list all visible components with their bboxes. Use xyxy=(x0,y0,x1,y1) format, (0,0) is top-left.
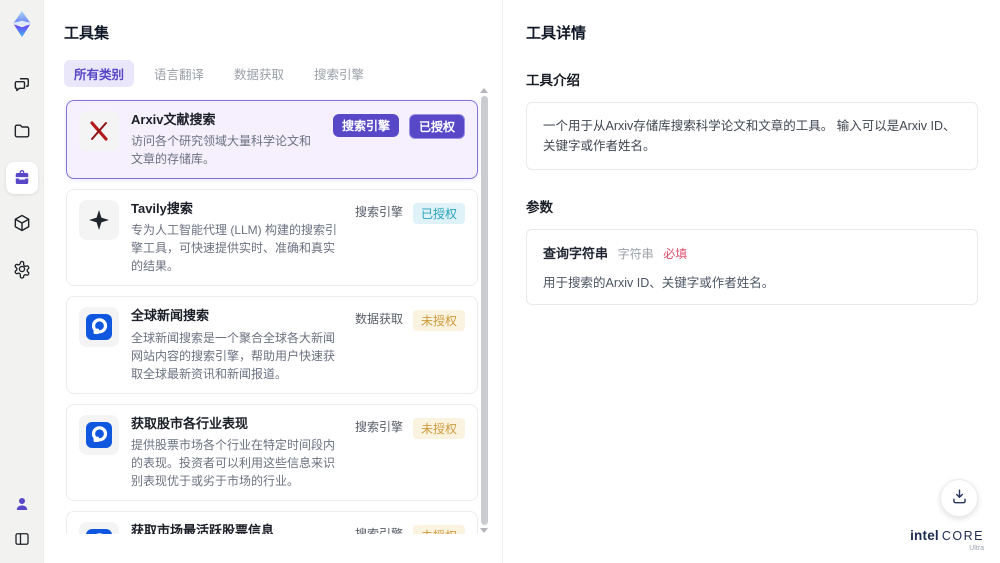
tool-auth-badge: 已授权 xyxy=(412,203,465,225)
gear-icon xyxy=(12,259,32,282)
page-title: 工具集 xyxy=(64,25,110,42)
tool-badges: 搜索引擎 已授权 xyxy=(332,111,465,168)
tool-description: 全球新闻搜索是一个聚合全球各大新闻网站内容的搜索引擎，帮助用户快速获取全球最新资… xyxy=(131,330,336,381)
tool-badges: 搜索引擎 未授权 xyxy=(355,522,465,534)
tool-intro-text: 一个用于从Arxiv存储库搜索科学论文和文章的工具。 输入可以是Arxiv ID… xyxy=(526,102,978,170)
tool-description: 专为人工智能代理 (LLM) 构建的搜索引擎工具，可快速提供实时、准确和真实的结… xyxy=(131,223,338,274)
tool-text: Arxiv文献搜索 访问各个研究领域大量科学论文和文章的存储库。 xyxy=(131,111,321,168)
params-heading: 参数 xyxy=(526,200,553,215)
category-tabs: 所有类别 语言翻译 数据获取 搜索引擎 xyxy=(64,60,482,87)
intel-core-logo: intel CORE Ultra xyxy=(910,527,984,553)
tool-list: Arxiv文献搜索 访问各个研究领域大量科学论文和文章的存储库。 搜索引擎 已授… xyxy=(64,98,482,534)
tab-2[interactable]: 语言翻译 xyxy=(144,60,214,87)
tool-auth-badge: 已授权 xyxy=(408,114,465,139)
tool-card[interactable]: 全球新闻搜索 全球新闻搜索是一个聚合全球各大新闻网站内容的搜索引擎，帮助用户快速… xyxy=(66,296,478,394)
tool-text: 全球新闻搜索 全球新闻搜索是一个聚合全球各大新闻网站内容的搜索引擎，帮助用户快速… xyxy=(131,307,343,382)
tool-badges: 搜索引擎 已授权 xyxy=(355,200,465,275)
sidebar-item-tools[interactable] xyxy=(5,162,38,194)
scrollbar-thumb[interactable] xyxy=(480,96,488,525)
tool-description: 提供股票市场各个行业在特定时间段内的表现。投资者可以利用这些信息来识别表现优于或… xyxy=(131,437,336,488)
intro-heading: 工具介绍 xyxy=(526,73,580,88)
core-wordmark: CORE xyxy=(941,528,984,543)
tool-category-badge: 搜索引擎 xyxy=(332,114,399,137)
tool-auth-badge: 未授权 xyxy=(412,417,465,439)
tool-card[interactable]: Tavily搜索 专为人工智能代理 (LLM) 构建的搜索引擎工具，可快速提供实… xyxy=(66,189,478,287)
sidebar-nav xyxy=(5,70,38,286)
scroll-up-arrow-icon[interactable] xyxy=(480,88,488,93)
user-avatar-button[interactable] xyxy=(9,492,35,518)
intel-wordmark: intel xyxy=(910,527,939,543)
parameter-description: 用于搜索的Arxiv ID、关键字或作者姓名。 xyxy=(543,276,775,290)
list-scrollbar[interactable] xyxy=(480,88,488,533)
folder-icon xyxy=(12,121,32,144)
tool-card[interactable]: 获取市场最活跃股票信息 提供当天交易量最高的股票列表，投资者可以利用这些信息来识… xyxy=(66,510,478,534)
toolbox-icon xyxy=(12,167,32,190)
tool-text: Tavily搜索 专为人工智能代理 (LLM) 构建的搜索引擎工具，可快速提供实… xyxy=(131,200,343,275)
tool-badges: 数据获取 未授权 xyxy=(355,307,465,382)
tool-card[interactable]: 获取股市各行业表现 提供股票市场各个行业在特定时间段内的表现。投资者可以利用这些… xyxy=(66,403,478,501)
tab-3[interactable]: 数据获取 xyxy=(224,60,294,87)
details-title: 工具详情 xyxy=(526,25,587,42)
parameter-required-badge: 必填 xyxy=(663,247,688,261)
tool-text: 获取股市各行业表现 提供股票市场各个行业在特定时间段内的表现。投资者可以利用这些… xyxy=(131,415,343,490)
tool-auth-badge: 未授权 xyxy=(412,524,465,534)
cube-icon xyxy=(12,213,32,236)
sidebar-bottom xyxy=(9,492,35,553)
tool-text: 获取市场最活跃股票信息 提供当天交易量最高的股票列表，投资者可以利用这些信息来识… xyxy=(131,522,343,534)
tool-category-badge: 搜索引擎 xyxy=(354,205,403,220)
tool-name: 获取市场最活跃股票信息 xyxy=(131,522,275,534)
details-pane: 工具详情 工具介绍 一个用于从Arxiv存储库搜索科学论文和文章的工具。 输入可… xyxy=(504,0,1000,563)
download-button[interactable] xyxy=(940,479,978,517)
sidebar-item-chat[interactable] xyxy=(6,70,38,102)
parameter-type: 字符串 xyxy=(617,247,654,261)
download-icon xyxy=(950,487,969,509)
tool-name: Tavily搜索 xyxy=(131,201,193,217)
gem-logo-icon xyxy=(11,10,32,38)
tool-card[interactable]: Arxiv文献搜索 访问各个研究领域大量科学论文和文章的存储库。 搜索引擎 已授… xyxy=(66,100,478,180)
parameter-name: 查询字符串 xyxy=(543,246,609,261)
parameter-header: 查询字符串 字符串 必填 xyxy=(543,243,961,262)
parameter-card: 查询字符串 字符串 必填 用于搜索的Arxiv ID、关键字或作者姓名。 xyxy=(526,229,978,305)
tool-logo-icon xyxy=(79,521,119,534)
sidebar xyxy=(0,0,44,563)
tool-auth-badge: 未授权 xyxy=(412,310,465,332)
sidebar-item-files[interactable] xyxy=(6,116,38,148)
app-window: 工具集 所有类别 语言翻译 数据获取 搜索引擎 Arxiv文献搜索 访问各个研究… xyxy=(0,0,1000,563)
sidebar-item-settings[interactable] xyxy=(6,254,38,286)
tool-logo-icon xyxy=(79,111,119,151)
tool-name: 获取股市各行业表现 xyxy=(131,415,249,431)
tools-pane: 工具集 所有类别 语言翻译 数据获取 搜索引擎 Arxiv文献搜索 访问各个研究… xyxy=(44,0,503,563)
intel-sub-label: Ultra xyxy=(969,545,984,553)
tab-4[interactable]: 搜索引擎 xyxy=(304,60,374,87)
tool-badges: 搜索引擎 未授权 xyxy=(355,415,465,490)
tool-category-badge: 数据获取 xyxy=(354,312,403,327)
tool-name: Arxiv文献搜索 xyxy=(131,112,216,127)
chat-icon xyxy=(12,75,32,98)
sidebar-item-models[interactable] xyxy=(6,208,38,240)
scroll-down-arrow-icon[interactable] xyxy=(480,528,488,533)
collapse-panel-button[interactable] xyxy=(9,527,35,553)
tool-logo-icon xyxy=(79,200,119,241)
tab-1[interactable]: 所有类别 xyxy=(64,60,135,87)
tool-logo-icon xyxy=(79,414,119,455)
tool-category-badge: 搜索引擎 xyxy=(354,526,403,534)
user-avatar-icon xyxy=(13,495,31,516)
panel-toggle-icon xyxy=(13,530,31,551)
tool-category-badge: 搜索引擎 xyxy=(354,419,403,434)
tool-logo-icon xyxy=(79,307,119,348)
tool-name: 全球新闻搜索 xyxy=(131,308,210,324)
tool-description: 访问各个研究领域大量科学论文和文章的存储库。 xyxy=(131,134,312,167)
app-logo[interactable] xyxy=(6,8,38,40)
